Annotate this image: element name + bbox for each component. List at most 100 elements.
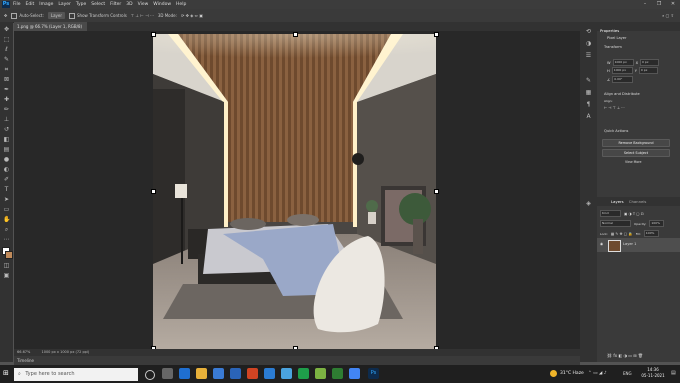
- menu-file[interactable]: File: [13, 2, 21, 7]
- minimize-button[interactable]: –: [638, 0, 652, 9]
- quick-select-tool-icon[interactable]: ✎: [3, 56, 10, 63]
- marquee-tool-icon[interactable]: ⬚: [3, 36, 10, 43]
- layers-icon[interactable]: ◈: [585, 200, 592, 207]
- layers-tab[interactable]: Layers: [611, 199, 624, 204]
- menu-layer[interactable]: Layer: [58, 2, 71, 7]
- layer-name[interactable]: Layer 1: [623, 242, 636, 246]
- properties-tab[interactable]: Properties: [600, 28, 619, 33]
- windows-start-icon[interactable]: ⊞: [3, 369, 9, 377]
- menu-view[interactable]: View: [138, 2, 149, 7]
- menu-3d[interactable]: 3D: [126, 2, 132, 7]
- cortana-icon[interactable]: [145, 370, 155, 380]
- fill-field[interactable]: 100%: [643, 230, 659, 237]
- dodge-tool-icon[interactable]: ◐: [3, 166, 10, 173]
- transform-handle[interactable]: [434, 32, 439, 37]
- clock[interactable]: 14:36 05-11-2021: [638, 367, 668, 379]
- app-icon[interactable]: [281, 368, 292, 379]
- notifications-icon[interactable]: ▤: [671, 369, 676, 378]
- excel-icon[interactable]: [298, 368, 309, 379]
- crop-tool-icon[interactable]: ⌗: [3, 66, 10, 73]
- menu-help[interactable]: Help: [176, 2, 186, 7]
- blur-tool-icon[interactable]: ●: [3, 156, 10, 163]
- search-icon[interactable]: ⌕ ▢ ⇪: [662, 13, 674, 18]
- tray-icons[interactable]: ⌃ ▭ ◢ ♪: [588, 369, 607, 378]
- visibility-eye-icon[interactable]: ◉: [600, 242, 603, 246]
- menu-image[interactable]: Image: [39, 2, 53, 7]
- blend-mode-dropdown[interactable]: Normal: [600, 220, 631, 227]
- filter-icons[interactable]: ▣ ◑ T ▢ ⊡: [624, 212, 644, 216]
- history-brush-icon[interactable]: ↺: [3, 126, 10, 133]
- y-field[interactable]: 0 px: [638, 67, 658, 74]
- layer-footer-icons[interactable]: ⛓ fx ◧ ◑ ▭ ⊞ 🗑: [607, 353, 643, 358]
- document-tab[interactable]: 1.png @ 66.7% (Layer 1, RGB/8): [14, 22, 87, 31]
- rectangle-tool-icon[interactable]: ▭: [3, 206, 10, 213]
- transform-handle[interactable]: [151, 189, 156, 194]
- view-more-link[interactable]: View More: [625, 160, 641, 164]
- app-icon[interactable]: [315, 368, 326, 379]
- photoshop-taskbar-icon[interactable]: Ps: [368, 368, 379, 379]
- align-icons[interactable]: ⊤ ⊥ ⊢ ⊣ ⋯: [131, 13, 154, 18]
- lasso-tool-icon[interactable]: ℓ: [3, 46, 10, 53]
- angle-field[interactable]: 0.00°: [612, 76, 634, 83]
- app-icon[interactable]: [247, 368, 258, 379]
- gradient-tool-icon[interactable]: ▤: [3, 146, 10, 153]
- path-select-icon[interactable]: ➤: [3, 196, 10, 203]
- weather-text[interactable]: 31°C Haze: [560, 369, 584, 378]
- transform-handle[interactable]: [293, 32, 298, 37]
- history-icon[interactable]: ⟲: [585, 28, 592, 35]
- file-explorer-icon[interactable]: [196, 368, 207, 379]
- menu-type[interactable]: Type: [76, 2, 86, 7]
- store-icon[interactable]: [213, 368, 224, 379]
- layer-dropdown[interactable]: Layer: [47, 12, 66, 19]
- menu-window[interactable]: Window: [153, 2, 171, 7]
- eraser-tool-icon[interactable]: ◧: [3, 136, 10, 143]
- swatches-icon[interactable]: ▦: [585, 89, 592, 96]
- zoom-tool-icon[interactable]: ⌕: [3, 226, 10, 233]
- select-subject-button[interactable]: Select Subject: [602, 149, 670, 157]
- edge-icon[interactable]: [179, 368, 190, 379]
- timeline-tab[interactable]: Timeline: [17, 358, 34, 363]
- x-field[interactable]: 0 px: [640, 59, 660, 66]
- app-icon[interactable]: [332, 368, 343, 379]
- zoom-level[interactable]: 66.67%: [17, 350, 30, 354]
- language-indicator[interactable]: ENG: [623, 369, 632, 378]
- hand-tool-icon[interactable]: ✋: [3, 216, 10, 223]
- layer-filter-dropdown[interactable]: Kind: [600, 210, 621, 217]
- transform-handle[interactable]: [151, 32, 156, 37]
- more-tools-icon[interactable]: ⋯: [3, 236, 10, 243]
- move-tool-icon[interactable]: ✥: [4, 13, 7, 18]
- 3d-icons[interactable]: ⟳ ✥ ◈ ⇔ ▣: [181, 13, 203, 18]
- menu-edit[interactable]: Edit: [26, 2, 35, 7]
- frame-tool-icon[interactable]: ⊠: [3, 76, 10, 83]
- screen-mode-icon[interactable]: ▣: [3, 272, 10, 279]
- chrome-icon[interactable]: [349, 368, 360, 379]
- channels-tab[interactable]: Channels: [629, 199, 647, 204]
- menu-select[interactable]: Select: [91, 2, 105, 7]
- word-icon[interactable]: [264, 368, 275, 379]
- brush-settings-icon[interactable]: ✎: [585, 77, 592, 84]
- task-view-icon[interactable]: [162, 368, 173, 379]
- canvas-image[interactable]: [153, 34, 436, 349]
- taskbar-search[interactable]: ⌕ Type here to search: [14, 368, 138, 381]
- adjust-icon[interactable]: ◑: [585, 40, 592, 47]
- lock-icons[interactable]: ▦ ✎ ✥ ▢ 🔒: [611, 232, 633, 236]
- properties-icon[interactable]: ☰: [585, 52, 592, 59]
- paragraph-icon[interactable]: ¶: [585, 101, 592, 108]
- auto-select-option[interactable]: Auto-Select:: [11, 12, 44, 19]
- remove-background-button[interactable]: Remove Background: [602, 139, 670, 147]
- layer-row[interactable]: ◉ Layer 1: [597, 238, 680, 252]
- move-tool-icon[interactable]: ✥: [3, 26, 10, 33]
- transform-handle[interactable]: [434, 189, 439, 194]
- restore-button[interactable]: ❐: [652, 0, 666, 9]
- background-color-swatch[interactable]: [5, 251, 13, 259]
- pen-tool-icon[interactable]: ✐: [3, 176, 10, 183]
- opacity-field[interactable]: 100%: [649, 220, 665, 227]
- character-icon[interactable]: A: [585, 113, 592, 120]
- width-field[interactable]: 1000 px: [612, 59, 634, 66]
- stamp-tool-icon[interactable]: ⊥: [3, 116, 10, 123]
- eyedropper-tool-icon[interactable]: ✒: [3, 86, 10, 93]
- quick-mask-icon[interactable]: ◫: [3, 262, 10, 269]
- close-button[interactable]: ✕: [666, 0, 680, 9]
- height-field[interactable]: 1000 px: [611, 67, 633, 74]
- brush-tool-icon[interactable]: ✏: [3, 106, 10, 113]
